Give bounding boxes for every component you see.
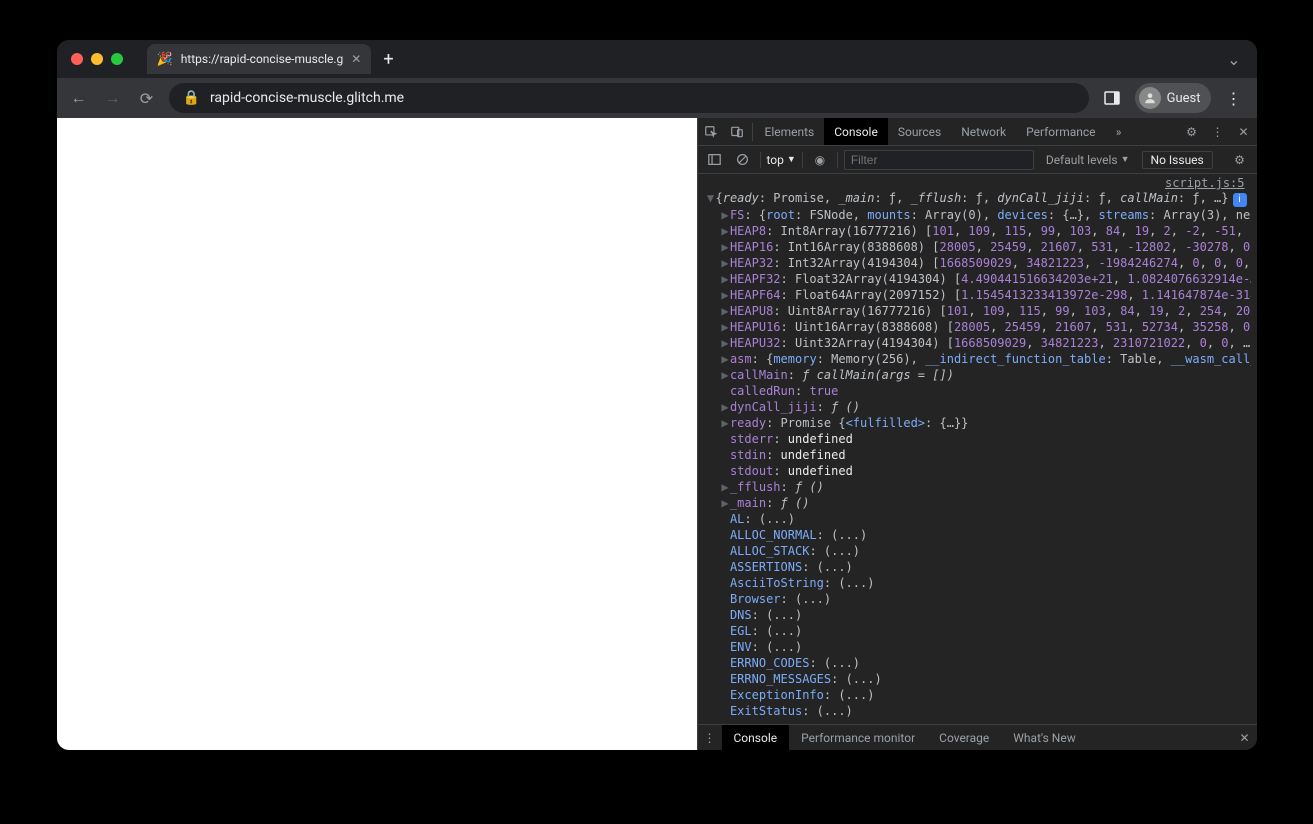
forward-button[interactable]: → (101, 88, 125, 108)
content-area: ElementsConsoleSourcesNetworkPerformance… (57, 118, 1257, 750)
profile-label: Guest (1167, 91, 1201, 106)
devtools-panel: ElementsConsoleSourcesNetworkPerformance… (697, 118, 1257, 750)
object-property-row[interactable]: ERRNO_CODES: (...) (706, 655, 1251, 671)
object-property-row[interactable]: ▶dynCall_jiji: ƒ () (706, 399, 1251, 415)
panel-icon[interactable] (1099, 90, 1125, 106)
page-viewport[interactable] (57, 118, 697, 750)
drawer-tab-performance-monitor[interactable]: Performance monitor (789, 725, 927, 750)
object-property-row[interactable]: ALLOC_STACK: (...) (706, 543, 1251, 559)
inspect-element-icon[interactable] (698, 125, 724, 139)
object-property-row[interactable]: stdin: undefined (706, 447, 1251, 463)
console-output: script.js:5 ▼{ready: Promise, _main: ƒ, … (698, 174, 1257, 724)
object-property-row[interactable]: AsciiToString: (...) (706, 575, 1251, 591)
object-property-row[interactable]: ERRNO_MESSAGES: (...) (706, 671, 1251, 687)
log-levels-selector[interactable]: Default levels▼ (1046, 153, 1130, 167)
kebab-menu-icon[interactable]: ⋮ (1221, 89, 1247, 108)
console-toolbar: top▼ ◉ Default levels▼ No Issues ⚙ (698, 146, 1257, 174)
object-property-row[interactable]: ▶_main: ƒ () (706, 495, 1251, 511)
source-link[interactable]: script.js:5 (706, 176, 1251, 190)
object-property-row[interactable]: EGL: (...) (706, 623, 1251, 639)
url-text: rapid-concise-muscle.glitch.me (210, 90, 404, 106)
object-property-row[interactable]: ▶ready: Promise {<fulfilled>: {…}} (706, 415, 1251, 431)
devtools-tab-elements[interactable]: Elements (755, 118, 825, 145)
object-property-row[interactable]: ▶callMain: ƒ callMain(args = []) (706, 367, 1251, 383)
object-property-row[interactable]: ExitStatus: (...) (706, 703, 1251, 719)
close-window-icon[interactable] (71, 53, 83, 65)
devtools-tab-performance[interactable]: Performance (1016, 118, 1105, 145)
devtools-tabs: ElementsConsoleSourcesNetworkPerformance… (698, 118, 1257, 146)
devtools-tab-console[interactable]: Console (824, 118, 888, 145)
more-tabs-icon[interactable]: » (1106, 125, 1132, 139)
lock-icon: 🔒 (183, 90, 200, 106)
devtools-drawer: ⋮ ConsolePerformance monitorCoverageWhat… (698, 724, 1257, 750)
object-property-row[interactable]: ▶HEAPU8: Uint8Array(16777216) [101, 109,… (706, 303, 1251, 319)
live-expression-icon[interactable]: ◉ (809, 153, 831, 167)
tab-strip: 🎉 https://rapid-concise-muscle.g ✕ + ⌄ (57, 40, 1257, 78)
object-property-row[interactable]: ▶HEAPU16: Uint16Array(8388608) [28005, 2… (706, 319, 1251, 335)
toggle-sidebar-icon[interactable] (704, 153, 726, 166)
object-property-row[interactable]: Browser: (...) (706, 591, 1251, 607)
drawer-tab-what-s-new[interactable]: What's New (1001, 725, 1087, 750)
object-property-row[interactable]: DNS: (...) (706, 607, 1251, 623)
object-property-row[interactable]: AL: (...) (706, 511, 1251, 527)
window-controls (65, 53, 131, 65)
devtools-close-icon[interactable]: ✕ (1231, 125, 1257, 139)
console-filter-input[interactable] (851, 153, 1027, 167)
object-property-row[interactable]: ▶HEAPF32: Float32Array(4194304) [4.49044… (706, 271, 1251, 287)
object-property-row[interactable]: stdout: undefined (706, 463, 1251, 479)
object-property-row[interactable]: ENV: (...) (706, 639, 1251, 655)
drawer-tab-coverage[interactable]: Coverage (927, 725, 1001, 750)
object-property-row[interactable]: ASSERTIONS: (...) (706, 559, 1251, 575)
drawer-tab-console[interactable]: Console (722, 725, 790, 750)
info-badge-icon: i (1233, 193, 1247, 207)
back-button[interactable]: ← (67, 88, 91, 108)
drawer-menu-icon[interactable]: ⋮ (698, 731, 722, 745)
maximize-window-icon[interactable] (111, 53, 123, 65)
object-property-row[interactable]: ▶HEAP16: Int16Array(8388608) [28005, 254… (706, 239, 1251, 255)
settings-icon[interactable]: ⚙ (1179, 125, 1205, 139)
tab-title: https://rapid-concise-muscle.g (181, 52, 344, 66)
object-property-row[interactable]: ▶HEAPU32: Uint32Array(4194304) [16685090… (706, 335, 1251, 351)
console-scroll[interactable]: script.js:5 ▼{ready: Promise, _main: ƒ, … (698, 174, 1251, 724)
omnibox[interactable]: 🔒 rapid-concise-muscle.glitch.me (169, 83, 1089, 113)
console-settings-icon[interactable]: ⚙ (1229, 153, 1251, 167)
object-property-row[interactable]: ▶asm: {memory: Memory(256), __indirect_f… (706, 351, 1251, 367)
tabs-dropdown-icon[interactable]: ⌄ (1227, 50, 1240, 69)
devtools-menu-icon[interactable]: ⋮ (1205, 125, 1231, 139)
object-summary-row[interactable]: ▼{ready: Promise, _main: ƒ, _fflush: ƒ, … (706, 190, 1251, 207)
clear-console-icon[interactable] (732, 153, 754, 166)
device-toolbar-icon[interactable] (724, 125, 750, 139)
tab-close-icon[interactable]: ✕ (351, 52, 361, 66)
object-property-row[interactable]: ALLOC_NORMAL: (...) (706, 527, 1251, 543)
object-property-row[interactable]: ▶FS: {root: FSNode, mounts: Array(0), de… (706, 207, 1251, 223)
object-property-row[interactable]: ▶HEAPF64: Float64Array(2097152) [1.15454… (706, 287, 1251, 303)
devtools-tab-network[interactable]: Network (951, 118, 1016, 145)
drawer-close-icon[interactable]: ✕ (1233, 731, 1257, 745)
context-selector[interactable]: top▼ (767, 153, 796, 167)
reload-button[interactable]: ⟳ (135, 89, 159, 108)
object-property-row[interactable]: ▶_fflush: ƒ () (706, 479, 1251, 495)
object-property-row[interactable]: ExceptionInfo: (...) (706, 687, 1251, 703)
issues-button[interactable]: No Issues (1142, 151, 1213, 169)
object-property-row[interactable]: stderr: undefined (706, 431, 1251, 447)
console-filter[interactable] (844, 150, 1034, 170)
object-property-row[interactable]: ▶HEAP32: Int32Array(4194304) [1668509029… (706, 255, 1251, 271)
object-property-row[interactable]: calledRun: true (706, 383, 1251, 399)
minimize-window-icon[interactable] (91, 53, 103, 65)
browser-window: 🎉 https://rapid-concise-muscle.g ✕ + ⌄ ←… (57, 40, 1257, 750)
browser-tab[interactable]: 🎉 https://rapid-concise-muscle.g ✕ (147, 44, 372, 74)
toolbar: ← → ⟳ 🔒 rapid-concise-muscle.glitch.me G… (57, 78, 1257, 118)
new-tab-button[interactable]: + (383, 49, 393, 70)
avatar-icon (1139, 87, 1161, 109)
object-property-row[interactable]: ▶HEAP8: Int8Array(16777216) [101, 109, 1… (706, 223, 1251, 239)
profile-button[interactable]: Guest (1135, 83, 1211, 113)
tab-favicon: 🎉 (157, 52, 173, 67)
devtools-tab-sources[interactable]: Sources (888, 118, 951, 145)
